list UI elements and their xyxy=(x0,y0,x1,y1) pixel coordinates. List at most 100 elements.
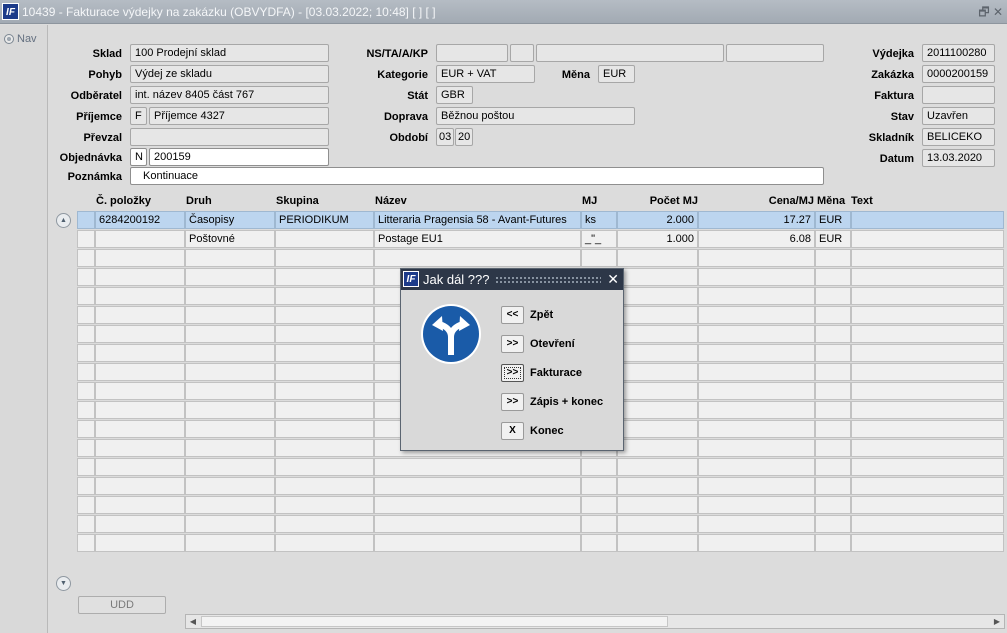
col-header-mena[interactable]: Měna xyxy=(817,195,845,207)
cell-druh[interactable] xyxy=(185,401,275,419)
cell-polozka[interactable] xyxy=(95,420,185,438)
scroll-down-icon[interactable]: ▼ xyxy=(56,576,71,591)
restore-icon[interactable]: 🗗 xyxy=(977,0,991,24)
cell-druh[interactable] xyxy=(185,439,275,457)
cell-polozka[interactable] xyxy=(95,382,185,400)
cell-skupina[interactable] xyxy=(275,382,374,400)
cell-skupina[interactable] xyxy=(275,477,374,495)
cell-mj[interactable] xyxy=(581,249,617,267)
cell-nazev[interactable] xyxy=(374,534,581,552)
cell-pocet[interactable] xyxy=(617,306,698,324)
cell-pocet[interactable] xyxy=(617,534,698,552)
cell-polozka[interactable] xyxy=(95,515,185,533)
cell-mena[interactable] xyxy=(815,420,851,438)
table-horizontal-scrollbar[interactable]: ◀ ▶ xyxy=(185,614,1005,629)
prijemce-flag-field[interactable]: F xyxy=(130,107,147,125)
cell-nazev[interactable] xyxy=(374,477,581,495)
scroll-thumb[interactable] xyxy=(201,616,668,627)
cell-polozka[interactable] xyxy=(95,477,185,495)
cell-skupina[interactable] xyxy=(275,496,374,514)
col-header-text[interactable]: Text xyxy=(851,195,873,207)
cell-skupina[interactable] xyxy=(275,287,374,305)
cell-druh[interactable] xyxy=(185,287,275,305)
col-header-polozky[interactable]: Č. položky xyxy=(96,195,151,207)
cell-skupina[interactable] xyxy=(275,515,374,533)
cell-druh[interactable] xyxy=(185,306,275,324)
cell-lead[interactable] xyxy=(77,249,95,267)
cell-mena[interactable] xyxy=(815,249,851,267)
cell-skupina[interactable] xyxy=(275,344,374,362)
cell-text[interactable] xyxy=(851,439,1004,457)
cell-cena[interactable]: 6.08 xyxy=(698,230,815,248)
zpet-button[interactable]: << xyxy=(501,306,524,324)
cell-text[interactable] xyxy=(851,458,1004,476)
cell-druh[interactable] xyxy=(185,496,275,514)
cell-lead[interactable] xyxy=(77,230,95,248)
cell-mena[interactable] xyxy=(815,401,851,419)
cell-druh[interactable] xyxy=(185,344,275,362)
cell-pocet[interactable] xyxy=(617,325,698,343)
vydejka-field[interactable]: 2011100280 xyxy=(922,44,995,62)
cell-polozka[interactable] xyxy=(95,268,185,286)
cell-skupina[interactable] xyxy=(275,230,374,248)
cell-polozka[interactable] xyxy=(95,363,185,381)
cell-pocet[interactable]: 2.000 xyxy=(617,211,698,229)
cell-lead[interactable] xyxy=(77,420,95,438)
cell-lead[interactable] xyxy=(77,287,95,305)
cell-mena[interactable] xyxy=(815,477,851,495)
cell-skupina[interactable] xyxy=(275,306,374,324)
cell-lead[interactable] xyxy=(77,496,95,514)
odberatel-field[interactable]: int. název 8405 část 767 xyxy=(130,86,329,104)
fakturace-button[interactable]: >> xyxy=(501,364,524,382)
cell-mena[interactable] xyxy=(815,306,851,324)
cell-polozka[interactable] xyxy=(95,401,185,419)
cell-mj[interactable]: _"_ xyxy=(581,230,617,248)
cell-lead[interactable] xyxy=(77,325,95,343)
cell-skupina[interactable] xyxy=(275,363,374,381)
cell-lead[interactable] xyxy=(77,306,95,324)
cell-text[interactable] xyxy=(851,363,1004,381)
cell-pocet[interactable] xyxy=(617,458,698,476)
cell-mena[interactable] xyxy=(815,382,851,400)
cell-cena[interactable] xyxy=(698,515,815,533)
pohyb-field[interactable]: Výdej ze skladu xyxy=(130,65,329,83)
cell-cena[interactable] xyxy=(698,363,815,381)
cell-pocet[interactable] xyxy=(617,363,698,381)
cell-cena[interactable]: 17.27 xyxy=(698,211,815,229)
cell-pocet[interactable] xyxy=(617,344,698,362)
cell-lead[interactable] xyxy=(77,344,95,362)
cell-pocet[interactable] xyxy=(617,439,698,457)
cell-skupina[interactable] xyxy=(275,534,374,552)
cell-cena[interactable] xyxy=(698,458,815,476)
cell-cena[interactable] xyxy=(698,249,815,267)
cell-lead[interactable] xyxy=(77,382,95,400)
cell-lead[interactable] xyxy=(77,268,95,286)
col-header-mj[interactable]: MJ xyxy=(582,195,597,207)
cell-mena[interactable] xyxy=(815,268,851,286)
nstaakp-field-4[interactable] xyxy=(726,44,824,62)
cell-druh[interactable] xyxy=(185,249,275,267)
cell-mj[interactable] xyxy=(581,515,617,533)
cell-skupina[interactable] xyxy=(275,439,374,457)
datum-field[interactable]: 13.03.2020 xyxy=(922,149,995,167)
cell-pocet[interactable] xyxy=(617,420,698,438)
cell-text[interactable] xyxy=(851,344,1004,362)
nav-label[interactable]: Nav xyxy=(17,33,37,45)
cell-skupina[interactable] xyxy=(275,420,374,438)
faktura-field[interactable] xyxy=(922,86,995,104)
cell-text[interactable] xyxy=(851,249,1004,267)
cell-pocet[interactable] xyxy=(617,477,698,495)
cell-mena[interactable] xyxy=(815,363,851,381)
cell-skupina[interactable] xyxy=(275,401,374,419)
cell-polozka[interactable]: 6284200192 xyxy=(95,211,185,229)
cell-cena[interactable] xyxy=(698,268,815,286)
zapis-konec-button[interactable]: >> xyxy=(501,393,524,411)
cell-cena[interactable] xyxy=(698,420,815,438)
obdobi-year-field[interactable]: 20 xyxy=(455,128,473,146)
cell-lead[interactable] xyxy=(77,401,95,419)
col-header-cena[interactable]: Cena/MJ xyxy=(700,195,814,207)
cell-pocet[interactable] xyxy=(617,401,698,419)
cell-polozka[interactable] xyxy=(95,230,185,248)
cell-cena[interactable] xyxy=(698,477,815,495)
cell-nazev[interactable] xyxy=(374,458,581,476)
